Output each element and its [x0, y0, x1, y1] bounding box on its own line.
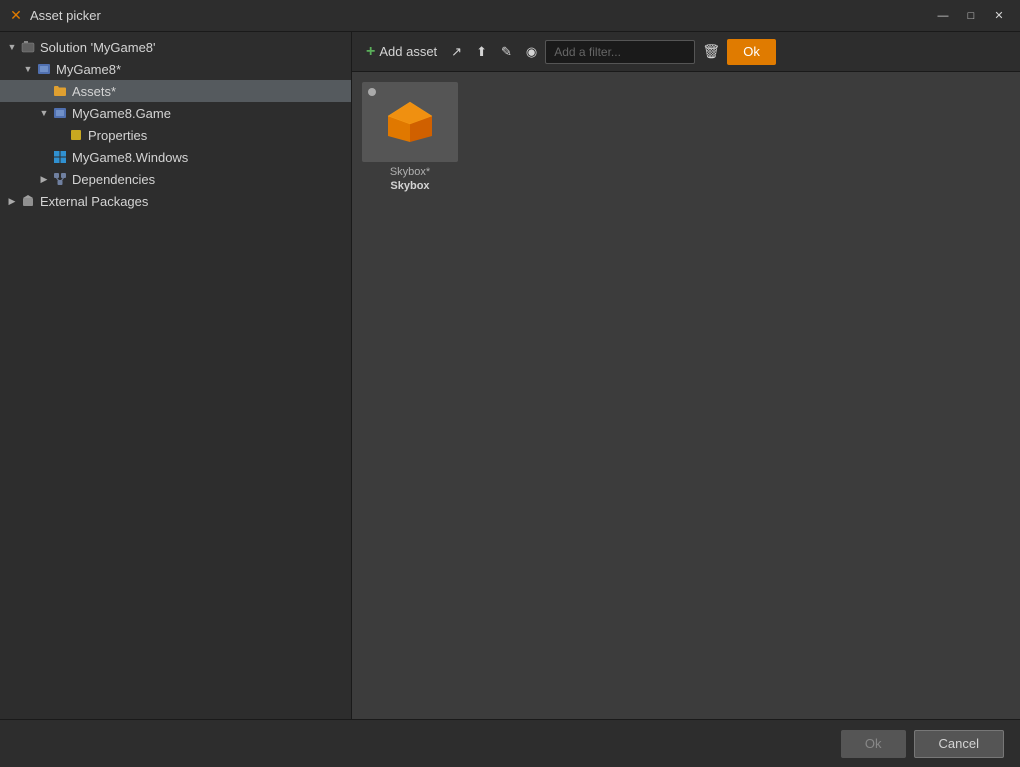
folder-icon [52, 83, 68, 99]
tree-label-solution: Solution 'MyGame8' [40, 40, 156, 55]
asset-item-skybox[interactable]: Skybox*Skybox [360, 80, 460, 196]
toolbar: + Add asset ↗ ⬆ ✎ ◉ 🗑 Ok [352, 32, 1020, 72]
minimize-button[interactable]: — [930, 6, 956, 26]
tree-label-mygame8game: MyGame8.Game [72, 106, 171, 121]
asset-grid: Skybox*Skybox [352, 72, 1020, 719]
toolbar-ok-button[interactable]: Ok [727, 39, 776, 65]
tree-arrow-mygame8game [36, 105, 52, 121]
tree-label-properties: Properties [88, 128, 147, 143]
tree-arrow-solution [4, 39, 20, 55]
delete-button[interactable]: 🗑 [697, 38, 725, 66]
view-button[interactable]: ◉ [520, 38, 543, 66]
bottom-ok-button: Ok [841, 730, 906, 758]
tree-label-externalpackages: External Packages [40, 194, 148, 209]
tree-item-mygame8[interactable]: MyGame8* [0, 58, 351, 80]
game-icon [52, 105, 68, 121]
tree-item-externalpackages[interactable]: External Packages [0, 190, 351, 212]
window-title: Asset picker [30, 8, 930, 23]
import-button[interactable]: ⬆ [470, 38, 493, 66]
add-asset-button[interactable]: + Add asset [360, 38, 443, 66]
tree-arrow-mygame8 [20, 61, 36, 77]
asset-name-modified-skybox: Skybox* [362, 165, 458, 179]
export-icon: ↗ [451, 44, 462, 60]
packages-icon [20, 193, 36, 209]
add-asset-label: Add asset [379, 44, 437, 59]
tree-label-assets: Assets* [72, 84, 116, 99]
asset-thumbnail-skybox [362, 82, 458, 162]
tree-label-mygame8windows: MyGame8.Windows [72, 150, 188, 165]
cancel-button[interactable]: Cancel [914, 730, 1004, 758]
props-icon [68, 127, 84, 143]
tree-item-mygame8windows[interactable]: MyGame8.Windows [0, 146, 351, 168]
title-bar: ✕ Asset picker — □ ✕ [0, 0, 1020, 32]
edit-icon: ✎ [501, 44, 512, 60]
export-button[interactable]: ↗ [445, 38, 468, 66]
close-button[interactable]: ✕ [986, 6, 1012, 26]
maximize-button[interactable]: □ [958, 6, 984, 26]
asset-name-skybox: Skybox [362, 179, 458, 193]
tree-item-assets[interactable]: Assets* [0, 80, 351, 102]
filter-input[interactable] [545, 40, 695, 64]
tree-label-mygame8: MyGame8* [56, 62, 121, 77]
tree-item-properties[interactable]: Properties [0, 124, 351, 146]
tree-arrow-dependencies [36, 171, 52, 187]
tree-label-dependencies: Dependencies [72, 172, 155, 187]
tree-panel: Solution 'MyGame8' MyGame8* Assets* MyGame8… [0, 32, 352, 719]
tree-item-dependencies[interactable]: Dependencies [0, 168, 351, 190]
asset-panel: + Add asset ↗ ⬆ ✎ ◉ 🗑 Ok [352, 32, 1020, 719]
eye-icon: ◉ [526, 44, 537, 60]
solution-icon [20, 39, 36, 55]
bottom-bar: Ok Cancel [0, 719, 1020, 767]
tree-item-mygame8game[interactable]: MyGame8.Game [0, 102, 351, 124]
main-container: Solution 'MyGame8' MyGame8* Assets* MyGame8… [0, 32, 1020, 719]
import-icon: ⬆ [476, 44, 487, 60]
plus-icon: + [366, 43, 375, 61]
tree-item-solution[interactable]: Solution 'MyGame8' [0, 36, 351, 58]
tree-arrow-externalpackages [4, 193, 20, 209]
windows-icon [52, 149, 68, 165]
game-icon [36, 61, 52, 77]
edit-button[interactable]: ✎ [495, 38, 518, 66]
app-icon: ✕ [8, 8, 24, 24]
deps-icon [52, 171, 68, 187]
window-controls: — □ ✕ [930, 6, 1012, 26]
